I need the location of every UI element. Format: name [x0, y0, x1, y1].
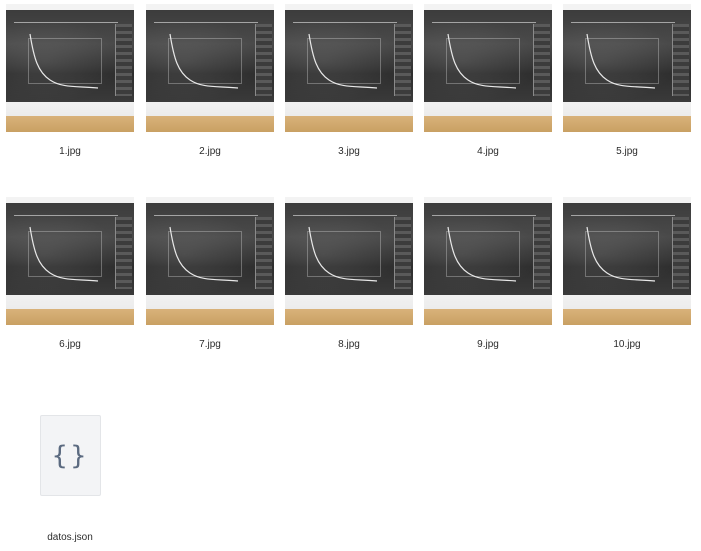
file-tile-10[interactable]: 10.jpg	[563, 197, 691, 350]
file-tile-8[interactable]: 8.jpg	[285, 197, 413, 350]
json-file-thumbnail[interactable]: {}	[40, 415, 101, 496]
image-thumbnail[interactable]	[6, 197, 134, 325]
image-thumbnail[interactable]	[424, 4, 552, 132]
decay-curve	[169, 33, 239, 89]
file-name-label: 4.jpg	[477, 146, 499, 157]
photo-of-screen	[285, 197, 413, 325]
decay-curve	[169, 226, 239, 282]
image-thumbnail[interactable]	[285, 197, 413, 325]
image-thumbnail[interactable]	[563, 197, 691, 325]
image-thumbnail[interactable]	[146, 197, 274, 325]
file-tile-3[interactable]: 3.jpg	[285, 4, 413, 157]
file-name-label: 2.jpg	[199, 146, 221, 157]
photo-of-screen	[424, 4, 552, 132]
photo-of-screen	[146, 197, 274, 325]
file-tile-2[interactable]: 2.jpg	[146, 4, 274, 157]
file-name-label: 3.jpg	[338, 146, 360, 157]
file-tile-4[interactable]: 4.jpg	[424, 4, 552, 157]
file-tile-6[interactable]: 6.jpg	[6, 197, 134, 350]
decay-curve	[447, 33, 517, 89]
file-name-label: 1.jpg	[59, 146, 81, 157]
file-name-label: 7.jpg	[199, 339, 221, 350]
photo-of-screen	[6, 197, 134, 325]
decay-curve	[308, 33, 378, 89]
image-thumbnail[interactable]	[563, 4, 691, 132]
image-thumbnail[interactable]	[146, 4, 274, 132]
photo-of-screen	[146, 4, 274, 132]
decay-curve	[586, 33, 656, 89]
decay-curve	[447, 226, 517, 282]
file-name-label: 10.jpg	[613, 339, 641, 350]
photo-of-screen	[563, 197, 691, 325]
file-name-label: 6.jpg	[59, 339, 81, 350]
file-name-label: 5.jpg	[616, 146, 638, 157]
photo-of-screen	[285, 4, 413, 132]
decay-curve	[29, 226, 99, 282]
file-grid: 1.jpg 2.jpg 3.jpg 4.jpg 5.jpg 6.jpg 7.jp…	[0, 0, 701, 551]
decay-curve	[308, 226, 378, 282]
photo-of-screen	[6, 4, 134, 132]
image-thumbnail[interactable]	[6, 4, 134, 132]
photo-of-screen	[424, 197, 552, 325]
file-tile-9[interactable]: 9.jpg	[424, 197, 552, 350]
file-tile-1[interactable]: 1.jpg	[6, 4, 134, 157]
decay-curve	[29, 33, 99, 89]
file-tile-7[interactable]: 7.jpg	[146, 197, 274, 350]
file-name-label: 8.jpg	[338, 339, 360, 350]
image-thumbnail[interactable]	[424, 197, 552, 325]
decay-curve	[586, 226, 656, 282]
photo-of-screen	[563, 4, 691, 132]
file-tile-5[interactable]: 5.jpg	[563, 4, 691, 157]
image-thumbnail[interactable]	[285, 4, 413, 132]
json-file-name-label: datos.json	[47, 532, 93, 543]
curly-braces-icon: {}	[51, 440, 90, 471]
file-name-label: 9.jpg	[477, 339, 499, 350]
